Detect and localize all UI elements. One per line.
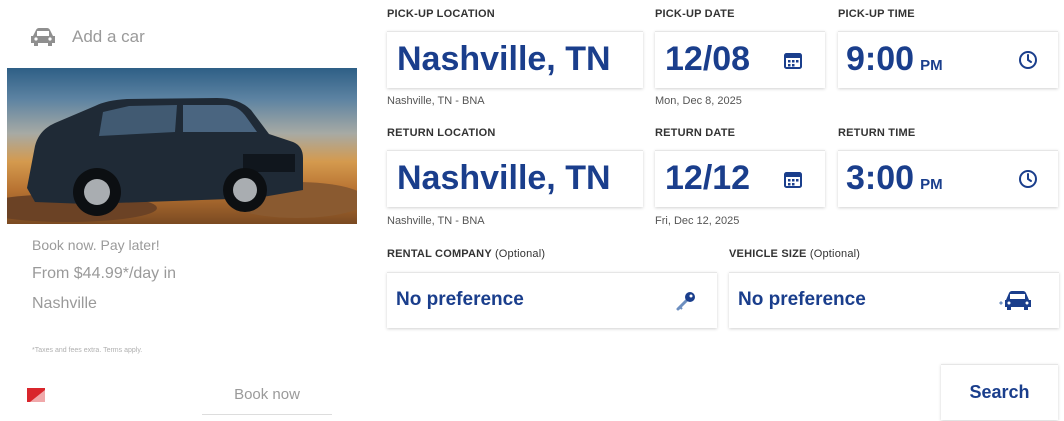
pickup-location-sub: Nashville, TN - BNA <box>387 95 485 107</box>
pickup-location-label: PICK-UP LOCATION <box>387 8 495 20</box>
clock-icon[interactable] <box>1018 169 1038 194</box>
pickup-time-ampm: PM <box>920 57 943 74</box>
return-date-sub: Fri, Dec 12, 2025 <box>655 215 740 227</box>
clock-icon[interactable] <box>1018 50 1038 75</box>
pickup-date-value: 12/08 <box>665 40 751 78</box>
book-now-button[interactable]: Book now <box>202 386 332 415</box>
pickup-location-value: Nashville, TN <box>397 40 611 78</box>
key-icon <box>675 290 697 317</box>
search-button-label: Search <box>969 382 1030 402</box>
rental-company-value: No preference <box>396 289 524 310</box>
car-front-icon <box>997 289 1033 316</box>
calendar-icon[interactable] <box>783 50 803 75</box>
return-location-label: RETURN LOCATION <box>387 127 496 139</box>
return-date-label: RETURN DATE <box>655 127 736 139</box>
vehicle-size-select[interactable]: No preference <box>729 272 1059 328</box>
search-button[interactable]: Search <box>941 364 1058 420</box>
return-date-field[interactable]: 12/12 <box>655 150 825 207</box>
return-time-label: RETURN TIME <box>838 127 916 139</box>
promo-tagline: Book now. Pay later! <box>32 237 160 253</box>
return-time-field[interactable]: 3:00 PM <box>838 150 1058 207</box>
pickup-time-label: PICK-UP TIME <box>838 8 915 20</box>
return-location-field[interactable]: Nashville, TN <box>387 150 643 207</box>
promo-disclaimer: *Taxes and fees extra. Terms apply. <box>32 347 143 354</box>
pickup-time-field[interactable]: 9:00 PM <box>838 31 1058 88</box>
pickup-date-label: PICK-UP DATE <box>655 8 735 20</box>
add-car-link[interactable]: Add a car <box>72 27 145 47</box>
vehicle-size-optional: (Optional) <box>809 248 861 260</box>
promo-price-line2: Nashville <box>32 295 97 312</box>
return-date-value: 12/12 <box>665 159 751 197</box>
pickup-date-sub: Mon, Dec 8, 2025 <box>655 95 742 107</box>
vehicle-size-label: VEHICLE SIZE (Optional) <box>729 248 860 260</box>
pickup-time-digits: 9:00 <box>846 40 915 78</box>
pickup-date-field[interactable]: 12/08 <box>655 31 825 88</box>
vehicle-size-label-text: VEHICLE SIZE <box>729 248 807 260</box>
promo-price-line1: From $44.99*/day in <box>32 265 177 282</box>
flag-logo-icon <box>27 388 45 407</box>
rental-company-select[interactable]: No preference <box>387 272 717 328</box>
car-photo <box>7 68 357 224</box>
return-time-value: 3:00 PM <box>846 161 943 195</box>
rental-company-label: RENTAL COMPANY (Optional) <box>387 248 545 260</box>
vehicle-size-value: No preference <box>738 289 866 310</box>
return-location-sub: Nashville, TN - BNA <box>387 215 485 227</box>
rental-company-label-text: RENTAL COMPANY <box>387 248 492 260</box>
return-time-digits: 3:00 <box>846 159 915 197</box>
pickup-time-value: 9:00 PM <box>846 42 943 76</box>
return-location-value: Nashville, TN <box>397 159 611 197</box>
car-icon <box>29 27 57 52</box>
calendar-icon[interactable] <box>783 169 803 194</box>
return-time-ampm: PM <box>920 176 943 193</box>
pickup-location-field[interactable]: Nashville, TN <box>387 31 643 88</box>
rental-company-optional: (Optional) <box>494 248 546 260</box>
